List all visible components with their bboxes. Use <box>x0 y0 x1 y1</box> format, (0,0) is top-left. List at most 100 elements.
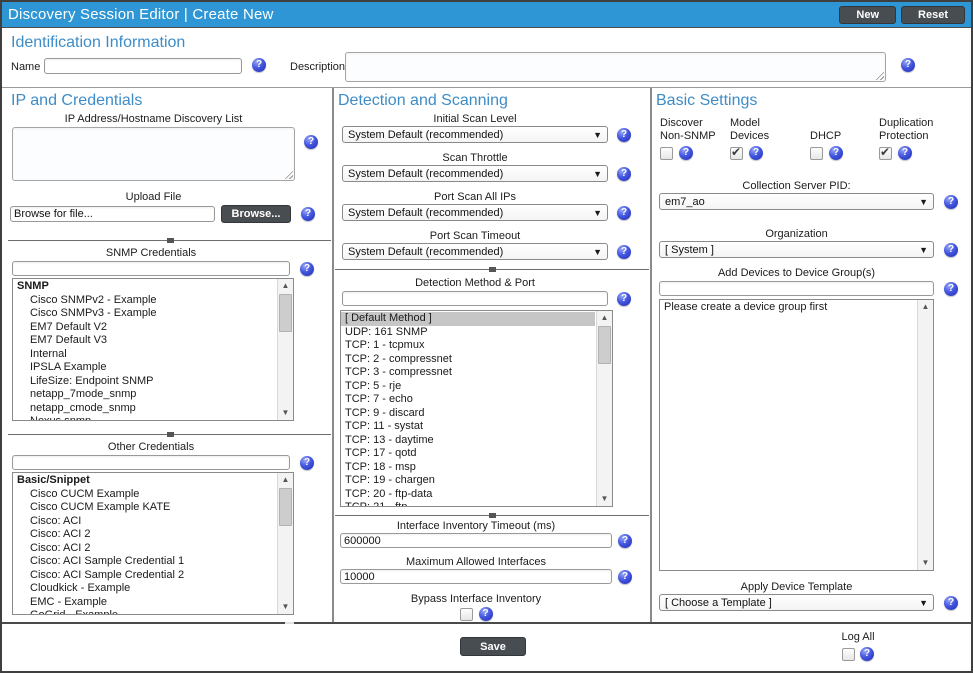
list-item[interactable]: TCP: 21 - ftp <box>341 501 595 507</box>
scroll-thumb[interactable] <box>598 326 611 364</box>
list-item[interactable]: Cisco SNMPv2 - Example <box>13 294 276 308</box>
duplication-protection-checkbox[interactable]: ✔ <box>879 147 892 160</box>
list-item[interactable]: EMC - Example <box>13 596 276 610</box>
list-item[interactable]: TCP: 11 - systat <box>341 420 595 434</box>
other-filter-input[interactable] <box>12 455 290 470</box>
help-icon[interactable]: ? <box>617 128 631 142</box>
browse-button[interactable]: Browse... <box>221 205 291 223</box>
scroll-down-icon[interactable]: ▼ <box>278 406 293 420</box>
list-item[interactable]: LifeSize: Endpoint SNMP <box>13 375 276 389</box>
help-icon[interactable]: ? <box>304 135 318 149</box>
pane-separator[interactable] <box>8 434 331 435</box>
pane-separator[interactable] <box>8 240 331 241</box>
list-item[interactable]: Internal <box>13 348 276 362</box>
scroll-down-icon[interactable]: ▼ <box>278 600 293 614</box>
list-item[interactable]: Cisco: ACI <box>13 515 276 529</box>
list-item[interactable]: Cisco SNMPv3 - Example <box>13 307 276 321</box>
help-icon[interactable]: ? <box>618 570 632 584</box>
scroll-up-icon[interactable]: ▲ <box>278 473 293 487</box>
help-icon[interactable]: ? <box>300 456 314 470</box>
list-item[interactable]: TCP: 1 - tcpmux <box>341 339 595 353</box>
help-icon[interactable]: ? <box>944 596 958 610</box>
list-item[interactable]: Cisco: ACI 2 <box>13 542 276 556</box>
dhcp-checkbox[interactable] <box>810 147 823 160</box>
list-item[interactable]: Please create a device group first <box>660 301 916 315</box>
list-item[interactable]: TCP: 17 - qotd <box>341 447 595 461</box>
help-icon[interactable]: ? <box>252 58 266 72</box>
new-button[interactable]: New <box>839 6 896 24</box>
list-item[interactable]: EM7 Default V3 <box>13 334 276 348</box>
list-item[interactable]: netapp_cmode_snmp <box>13 402 276 416</box>
reset-button[interactable]: Reset <box>901 6 965 24</box>
list-item[interactable]: Cisco CUCM Example KATE <box>13 501 276 515</box>
help-icon[interactable]: ? <box>617 167 631 181</box>
port-scan-timeout-select[interactable]: System Default (recommended) ▼ <box>342 243 608 260</box>
other-credentials-list[interactable]: ▲ ▼ Basic/SnippetCisco CUCM ExampleCisco… <box>12 472 294 615</box>
organization-select[interactable]: [ System ] ▼ <box>659 241 934 258</box>
scroll-thumb[interactable] <box>279 294 292 332</box>
initial-scan-level-select[interactable]: System Default (recommended) ▼ <box>342 126 608 143</box>
help-icon[interactable]: ? <box>901 58 915 72</box>
snmp-filter-input[interactable] <box>12 261 290 276</box>
scrollbar[interactable]: ▲ ▼ <box>917 300 933 570</box>
scroll-up-icon[interactable]: ▲ <box>918 300 933 314</box>
detection-method-list[interactable]: ▲ ▼ [ Default Method ]UDP: 161 SNMPTCP: … <box>340 310 613 507</box>
list-item[interactable]: Cisco CUCM Example <box>13 488 276 502</box>
interface-timeout-field[interactable] <box>340 533 612 548</box>
help-icon[interactable]: ? <box>479 607 493 621</box>
list-item[interactable]: TCP: 5 - rje <box>341 380 595 394</box>
name-field[interactable] <box>44 58 242 74</box>
scan-throttle-select[interactable]: System Default (recommended) ▼ <box>342 165 608 182</box>
help-icon[interactable]: ? <box>617 292 631 306</box>
help-icon[interactable]: ? <box>618 534 632 548</box>
bypass-interface-checkbox[interactable] <box>460 608 473 621</box>
device-groups-filter-input[interactable] <box>659 281 934 296</box>
log-all-checkbox[interactable] <box>842 648 855 661</box>
list-item[interactable]: Nexus snmp <box>13 415 276 421</box>
port-scan-all-ips-select[interactable]: System Default (recommended) ▼ <box>342 204 608 221</box>
help-icon[interactable]: ? <box>679 146 693 160</box>
pane-separator[interactable] <box>335 515 649 516</box>
scroll-up-icon[interactable]: ▲ <box>278 279 293 293</box>
scrollbar[interactable]: ▲ ▼ <box>277 279 293 420</box>
list-item[interactable]: TCP: 9 - discard <box>341 407 595 421</box>
list-item[interactable]: TCP: 13 - daytime <box>341 434 595 448</box>
scroll-thumb[interactable] <box>279 488 292 526</box>
list-item[interactable]: TCP: 3 - compressnet <box>341 366 595 380</box>
scroll-down-icon[interactable]: ▼ <box>918 556 933 570</box>
snmp-credentials-list[interactable]: ▲ ▼ SNMPCisco SNMPv2 - ExampleCisco SNMP… <box>12 278 294 421</box>
help-icon[interactable]: ? <box>301 207 315 221</box>
list-item[interactable]: IPSLA Example <box>13 361 276 375</box>
scrollbar[interactable]: ▲ ▼ <box>596 311 612 506</box>
help-icon[interactable]: ? <box>944 282 958 296</box>
device-groups-list[interactable]: ▲ ▼ Please create a device group first <box>659 299 934 571</box>
list-item[interactable]: Cisco: ACI Sample Credential 2 <box>13 569 276 583</box>
list-item[interactable]: EM7 Default V2 <box>13 321 276 335</box>
list-item[interactable]: SNMP <box>13 280 276 294</box>
description-field[interactable] <box>345 52 886 82</box>
list-item[interactable]: TCP: 7 - echo <box>341 393 595 407</box>
help-icon[interactable]: ? <box>617 245 631 259</box>
list-item[interactable]: Cisco: ACI 2 <box>13 528 276 542</box>
model-devices-checkbox[interactable]: ✔ <box>730 147 743 160</box>
list-item[interactable]: TCP: 19 - chargen <box>341 474 595 488</box>
list-item[interactable]: TCP: 20 - ftp-data <box>341 488 595 502</box>
help-icon[interactable]: ? <box>749 146 763 160</box>
list-item[interactable]: TCP: 18 - msp <box>341 461 595 475</box>
max-interfaces-field[interactable] <box>340 569 612 584</box>
scroll-down-icon[interactable]: ▼ <box>597 492 612 506</box>
list-item[interactable]: [ Default Method ] <box>341 312 595 326</box>
help-icon[interactable]: ? <box>860 647 874 661</box>
scrollbar[interactable]: ▲ ▼ <box>277 473 293 614</box>
help-icon[interactable]: ? <box>944 243 958 257</box>
help-icon[interactable]: ? <box>944 195 958 209</box>
list-item[interactable]: Cloudkick - Example <box>13 582 276 596</box>
collection-server-select[interactable]: em7_ao ▼ <box>659 193 934 210</box>
scroll-up-icon[interactable]: ▲ <box>597 311 612 325</box>
list-item[interactable]: Basic/Snippet <box>13 474 276 488</box>
detection-method-filter-input[interactable] <box>342 291 608 306</box>
apply-template-select[interactable]: [ Choose a Template ] ▼ <box>659 594 934 611</box>
help-icon[interactable]: ? <box>898 146 912 160</box>
pane-separator[interactable] <box>335 269 649 270</box>
list-item[interactable]: GoGrid - Example <box>13 609 276 615</box>
